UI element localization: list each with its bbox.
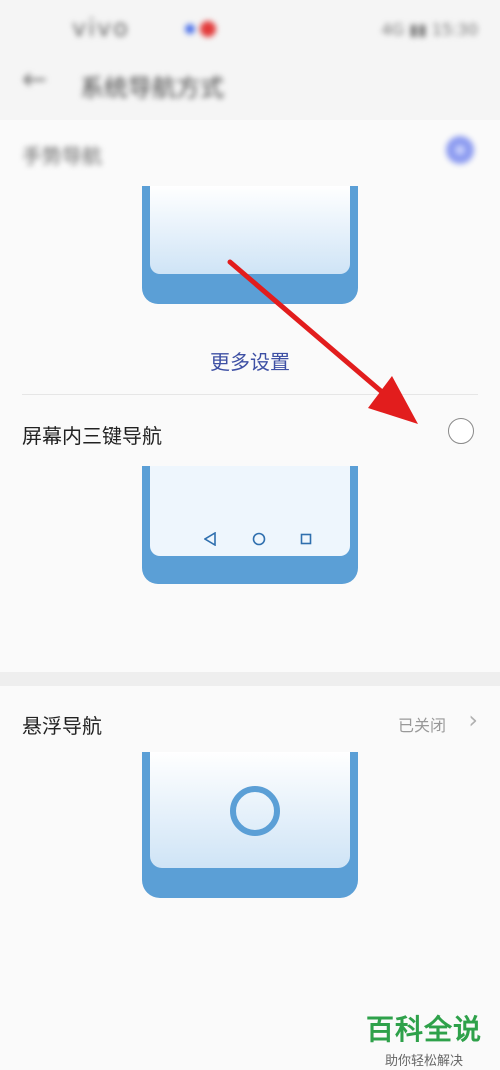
more-settings-link[interactable]: 更多设置 xyxy=(0,346,500,375)
three-key-preview-phone xyxy=(142,466,358,584)
watermark-title: 百科全说 xyxy=(365,1013,482,1046)
notification-dot-icon xyxy=(200,21,216,37)
nav-keys xyxy=(150,532,350,548)
circle-home-icon xyxy=(252,532,266,546)
carrier-label: vivo xyxy=(72,14,130,42)
floating-preview-phone xyxy=(142,752,358,898)
page-title: 系统导航方式 xyxy=(80,74,224,102)
radio-empty-icon[interactable] xyxy=(448,418,474,444)
floating-status: 已关闭 xyxy=(397,716,446,735)
triangle-back-icon xyxy=(204,532,216,546)
status-dot-icon xyxy=(185,24,195,34)
top-app-bar: ← 系统导航方式 xyxy=(0,56,500,112)
phone-screen xyxy=(150,186,350,274)
radio-selected-icon[interactable] xyxy=(446,136,474,164)
watermark-logo: 百科全说 助你轻松解决 xyxy=(366,1008,482,1069)
section-separator xyxy=(0,672,500,686)
floating-navigation-label[interactable]: 悬浮导航 xyxy=(22,710,102,739)
three-key-navigation-label[interactable]: 屏幕内三键导航 xyxy=(22,420,162,449)
status-bar: vivo 4G ▮▮ 15:30 xyxy=(0,0,500,60)
divider xyxy=(22,394,478,395)
navigation-options-card: 手势导航 更多设置 屏幕内三键导航 xyxy=(0,120,500,672)
chevron-right-icon[interactable]: › xyxy=(468,706,478,734)
square-recents-icon xyxy=(300,533,312,545)
phone-screen xyxy=(150,466,350,556)
back-arrow-icon[interactable]: ← xyxy=(22,62,47,97)
gesture-navigation-label[interactable]: 手势导航 xyxy=(22,140,102,169)
float-ball-icon xyxy=(230,786,280,836)
status-right-info: 4G ▮▮ 15:30 xyxy=(381,20,478,39)
gesture-preview-phone xyxy=(142,186,358,304)
phone-screen xyxy=(150,752,350,868)
watermark-subtitle: 助你轻松解决 xyxy=(384,1054,463,1069)
